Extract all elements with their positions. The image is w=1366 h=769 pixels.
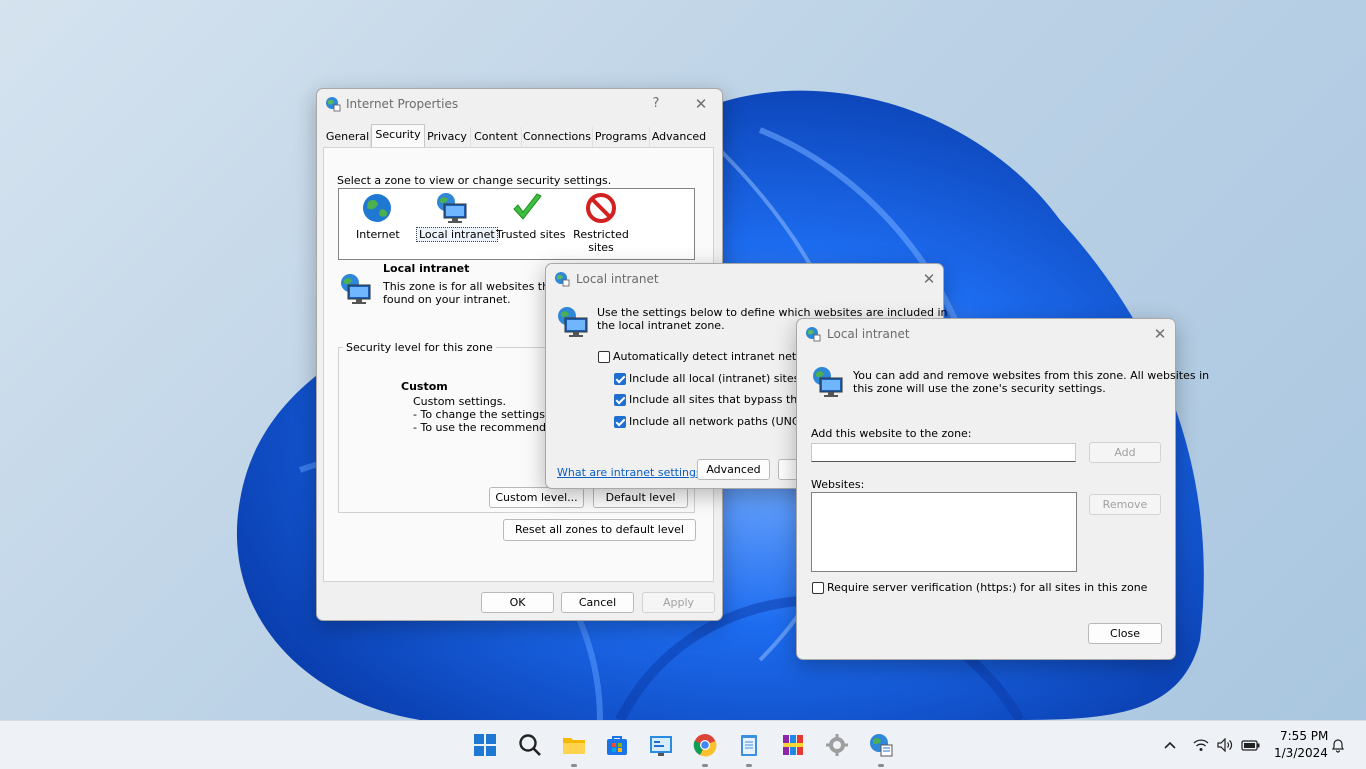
zone-trusted-sites[interactable]: Trusted sites xyxy=(494,192,566,242)
intranet-icon xyxy=(813,367,843,397)
websites-label: Websites: xyxy=(811,478,865,491)
default-level-button[interactable]: Default level xyxy=(593,487,688,508)
chevron-up-icon[interactable] xyxy=(1163,739,1177,751)
intranet-icon xyxy=(437,193,467,223)
zone-local-intranet[interactable]: Local intranet xyxy=(416,192,498,242)
volume-icon[interactable] xyxy=(1217,738,1233,752)
internet-options-icon xyxy=(326,97,341,112)
close-button[interactable]: ✕ xyxy=(916,268,942,290)
notepad-icon[interactable] xyxy=(736,732,762,758)
zone-restricted-sites[interactable]: Restricted sites xyxy=(570,192,632,256)
option-label: Include all local (intranet) sites not xyxy=(629,372,821,385)
help-button[interactable]: ? xyxy=(643,93,669,115)
close-button[interactable]: ✕ xyxy=(1147,323,1173,345)
zone-internet[interactable]: Internet xyxy=(350,192,404,242)
tab-content[interactable]: Content xyxy=(471,127,522,147)
zone-label: Trusted sites xyxy=(496,228,566,241)
zone-heading: Local intranet xyxy=(383,262,470,275)
intranet-icon xyxy=(558,307,588,337)
option-label: Include all network paths (UNCs) xyxy=(629,415,810,428)
level-description: Custom settings. xyxy=(413,395,507,408)
websites-list[interactable] xyxy=(811,492,1077,572)
control-panel-icon[interactable] xyxy=(648,732,674,758)
clock-time[interactable]: 7:55 PM xyxy=(1280,729,1328,743)
custom-level-button[interactable]: Custom level... xyxy=(489,487,584,508)
level-description: - To change the settings, cli xyxy=(413,408,565,421)
internet-options-icon xyxy=(806,327,821,342)
close-button[interactable]: ✕ xyxy=(688,93,714,115)
running-indicator xyxy=(878,764,884,767)
zone-label: Internet xyxy=(356,228,400,241)
zone-label: Restricted sites xyxy=(573,228,629,254)
require-https-checkbox[interactable] xyxy=(812,582,824,594)
tab-programs[interactable]: Programs xyxy=(593,127,650,147)
windows-start-icon[interactable] xyxy=(472,732,498,758)
tab-security[interactable]: Security xyxy=(371,124,425,149)
search-icon[interactable] xyxy=(517,732,543,758)
tab-privacy[interactable]: Privacy xyxy=(424,127,471,147)
option-label: Require server verification (https:) for… xyxy=(827,581,1148,594)
tab-connections[interactable]: Connections xyxy=(522,127,593,147)
clock-date[interactable]: 1/3/2024 xyxy=(1274,746,1328,760)
running-indicator xyxy=(702,764,708,767)
internet-options-icon[interactable] xyxy=(868,732,894,758)
internet-options-icon xyxy=(555,272,570,287)
close-dialog-button[interactable]: Close xyxy=(1088,623,1162,644)
chrome-icon[interactable] xyxy=(692,732,718,758)
local-intranet-sites-dialog: Local intranet ✕ You can add and remove … xyxy=(796,318,1209,660)
intro-text: the local intranet zone. xyxy=(597,319,725,332)
notification-bell-icon[interactable] xyxy=(1330,737,1346,753)
option-label: Automatically detect intranet network xyxy=(613,350,823,363)
apply-button[interactable]: Apply xyxy=(642,592,715,613)
security-group-label: Security level for this zone xyxy=(343,341,496,354)
zone-description: found on your intranet. xyxy=(383,293,511,306)
intranet-settings-help-link[interactable]: What are intranet settings? xyxy=(557,466,708,479)
tab-general[interactable]: General xyxy=(325,127,371,147)
taskbar: 7:55 PM 1/3/2024 xyxy=(0,720,1366,769)
include-network-paths-checkbox[interactable] xyxy=(614,416,626,428)
globe-icon xyxy=(363,194,391,222)
battery-icon[interactable] xyxy=(1241,738,1261,752)
reset-all-zones-button[interactable]: Reset all zones to default level xyxy=(503,519,696,541)
zone-label: Local intranet xyxy=(416,227,498,242)
cancel-button[interactable]: Cancel xyxy=(561,592,634,613)
intro-text: You can add and remove websites from thi… xyxy=(853,369,1210,382)
auto-detect-checkbox[interactable] xyxy=(598,351,610,363)
website-input[interactable] xyxy=(811,443,1076,462)
running-indicator xyxy=(571,764,577,767)
dialog-title: Local intranet xyxy=(576,272,659,286)
file-explorer-icon[interactable] xyxy=(561,732,587,758)
level-heading: Custom xyxy=(401,380,448,393)
restricted-icon xyxy=(586,193,616,223)
advanced-button[interactable]: Advanced xyxy=(697,459,770,480)
require-https-option[interactable]: Require server verification (https:) for… xyxy=(812,581,1147,597)
checkmark-icon xyxy=(513,193,542,220)
include-bypass-proxy-checkbox[interactable] xyxy=(614,394,626,406)
microsoft-store-icon[interactable] xyxy=(604,732,630,758)
running-indicator xyxy=(746,764,752,767)
add-button[interactable]: Add xyxy=(1089,442,1161,463)
include-local-sites-checkbox[interactable] xyxy=(614,373,626,385)
tab-advanced[interactable]: Advanced xyxy=(650,127,708,147)
add-website-label: Add this website to the zone: xyxy=(811,427,972,440)
dialog-title: Local intranet xyxy=(827,327,910,341)
ok-button[interactable]: OK xyxy=(481,592,554,613)
dialog-title: Internet Properties xyxy=(346,97,459,111)
remove-button[interactable]: Remove xyxy=(1089,494,1161,515)
intro-text: this zone will use the zone's security s… xyxy=(853,382,1106,395)
wifi-icon[interactable] xyxy=(1193,738,1209,752)
winrar-icon[interactable] xyxy=(780,732,806,758)
zone-prompt: Select a zone to view or change security… xyxy=(337,174,612,187)
settings-app-icon[interactable] xyxy=(824,732,850,758)
intranet-icon xyxy=(341,274,371,304)
